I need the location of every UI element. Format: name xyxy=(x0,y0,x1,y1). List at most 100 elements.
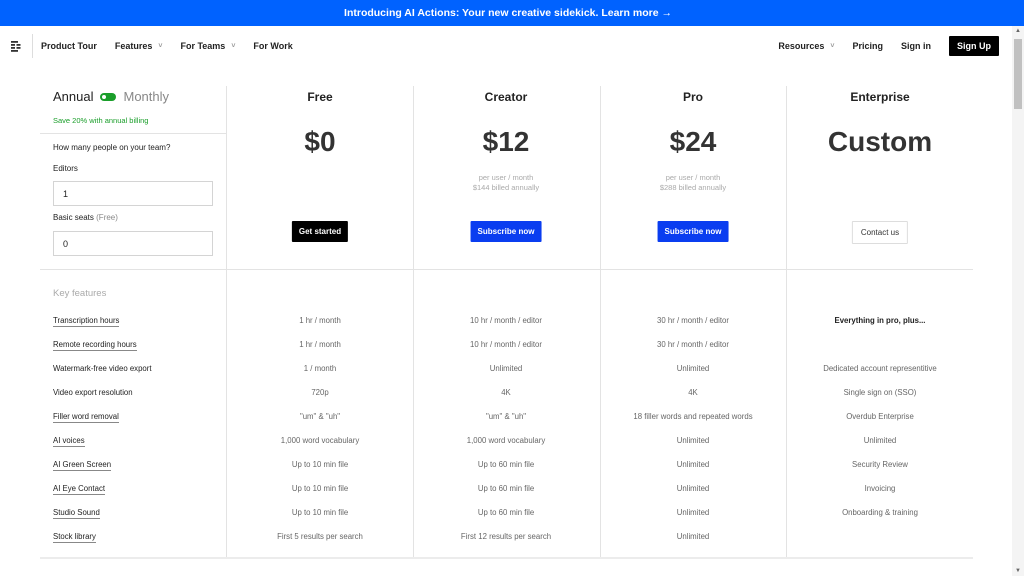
feature-label[interactable]: AI voices xyxy=(53,436,85,447)
feature-cell: "um" & "uh" xyxy=(485,412,527,421)
plan-name: Free xyxy=(307,90,333,104)
logo-icon[interactable] xyxy=(0,26,32,66)
basic-seats-input[interactable]: 0 xyxy=(53,231,213,256)
feature-cell: Dedicated account representitive xyxy=(823,364,937,373)
nav-product-tour[interactable]: Product Tour xyxy=(41,41,97,51)
plan-price: $0 xyxy=(304,126,336,157)
annual-label[interactable]: Annual xyxy=(53,89,93,104)
scroll-down-icon[interactable]: ▼ xyxy=(1015,568,1021,574)
nav-label: Features xyxy=(114,41,153,51)
top-nav: Product Tour Features ˅ For Teams ˅ For Work … xyxy=(0,26,1012,66)
feature-label[interactable]: Stock library xyxy=(53,532,96,543)
divider xyxy=(40,557,973,559)
feature-cell: 1,000 word vocabulary xyxy=(280,436,360,445)
nav-label: For Teams xyxy=(180,41,226,51)
feature-cell: Up to 10 min file xyxy=(291,508,349,517)
feature-cell: Up to 10 min file xyxy=(291,484,349,493)
plan-cta-button[interactable]: Get started xyxy=(291,221,349,242)
key-features-heading: Key features xyxy=(53,288,107,299)
plan-billing-note: per user / month $144 billed annually xyxy=(413,173,599,193)
save-note: Save 20% with annual billing xyxy=(53,116,149,125)
feature-label: Watermark-free video export xyxy=(53,364,152,373)
sign-up-button[interactable]: Sign Up xyxy=(949,36,999,56)
feature-cell: Invoicing xyxy=(864,484,896,493)
chevron-down-icon: ˅ xyxy=(231,42,236,50)
feature-cell: Unlimited xyxy=(863,436,897,445)
chevron-down-icon: ˅ xyxy=(830,42,835,50)
scrollbar[interactable]: ▲ ▼ xyxy=(1012,26,1024,576)
billing-toggle[interactable] xyxy=(100,92,117,101)
feature-cell: 10 hr / month / editor xyxy=(470,316,542,325)
billing-toggle-row: Annual Monthly xyxy=(53,89,169,104)
announcement-banner[interactable]: Introducing AI Actions: Your new creativ… xyxy=(0,0,1024,26)
feature-cell: 10 hr / month / editor xyxy=(470,340,542,349)
plan-cta-button[interactable]: Subscribe now xyxy=(657,221,729,242)
feature-cell: Unlimited xyxy=(676,532,710,541)
feature-cell: Up to 60 min file xyxy=(477,484,535,493)
feature-cell: 1 hr / month xyxy=(299,340,341,349)
banner-text[interactable]: Introducing AI Actions: Your new creativ… xyxy=(344,7,672,19)
nav-pricing[interactable]: Pricing xyxy=(852,41,883,51)
nav-label: Pricing xyxy=(852,41,883,51)
feature-cell: First 5 results per search xyxy=(277,532,363,541)
plan-name: Creator xyxy=(484,90,528,104)
feature-label[interactable]: Studio Sound xyxy=(53,508,100,519)
feature-cell: Up to 60 min file xyxy=(477,460,535,469)
nav-for-teams[interactable]: For Teams ˅ xyxy=(180,41,235,51)
nav-features[interactable]: Features ˅ xyxy=(115,41,163,51)
feature-cell: Unlimited xyxy=(676,436,710,445)
nav-for-work[interactable]: For Work xyxy=(253,41,292,51)
plan-cta-button[interactable]: Subscribe now xyxy=(470,221,542,242)
divider xyxy=(40,269,973,270)
feature-cell: "um" & "uh" xyxy=(299,412,341,421)
editors-input[interactable]: 1 xyxy=(53,181,213,206)
nav-sign-in[interactable]: Sign in xyxy=(901,41,931,51)
editors-label: Editors xyxy=(53,164,78,173)
feature-cell: Unlimited xyxy=(676,460,710,469)
nav-resources[interactable]: Resources ˅ xyxy=(778,41,834,51)
feature-cell: 18 filler words and repeated words xyxy=(633,412,753,421)
basic-seats-note: (Free) xyxy=(96,213,118,222)
feature-cell: 1,000 word vocabulary xyxy=(466,436,546,445)
feature-label: Video export resolution xyxy=(53,388,133,397)
basic-seats-label-text: Basic seats xyxy=(53,213,94,222)
feature-label[interactable]: AI Green Screen xyxy=(53,460,112,471)
plan-price: $24 xyxy=(669,126,717,157)
divider xyxy=(40,133,226,134)
nav-label: For Work xyxy=(253,41,293,51)
feature-cell: 1 / month xyxy=(303,364,337,373)
plan-billed: $288 billed annually xyxy=(659,183,727,192)
feature-cell: Single sign on (SSO) xyxy=(843,388,917,397)
nav-right-items: Resources ˅ Pricing Sign in xyxy=(778,41,949,51)
feature-cell: Onboarding & training xyxy=(842,508,918,517)
feature-cell: 4K xyxy=(688,388,698,397)
nav-left: Product Tour Features ˅ For Teams ˅ For Work xyxy=(41,41,311,51)
feature-cell: 30 hr / month / editor xyxy=(657,340,729,349)
plan-billed: $144 billed annually xyxy=(472,183,540,192)
feature-cell: Everything in pro, plus... xyxy=(834,316,926,325)
nav-label: Product Tour xyxy=(41,41,97,51)
feature-cell: Overdub Enterprise xyxy=(846,412,914,421)
scroll-up-icon[interactable]: ▲ xyxy=(1015,28,1021,34)
plan-per-unit: per user / month xyxy=(665,173,721,182)
plan-cta-button[interactable]: Contact us xyxy=(851,221,909,244)
monthly-label[interactable]: Monthly xyxy=(123,89,169,104)
plan-price: $12 xyxy=(482,126,530,157)
feature-label[interactable]: AI Eye Contact xyxy=(53,484,106,495)
plan-price: Custom xyxy=(827,126,933,157)
nav-right: Resources ˅ Pricing Sign in Sign Up xyxy=(778,36,1012,56)
feature-label[interactable]: Filler word removal xyxy=(53,412,119,423)
feature-cell: Unlimited xyxy=(489,364,523,373)
plan-per-unit: per user / month xyxy=(478,173,534,182)
feature-cell: Up to 60 min file xyxy=(477,508,535,517)
feature-label[interactable]: Remote recording hours xyxy=(53,340,137,351)
feature-cell: 30 hr / month / editor xyxy=(657,316,729,325)
feature-label[interactable]: Transcription hours xyxy=(53,316,120,327)
plan-name: Enterprise xyxy=(850,90,910,104)
nav-label: Resources xyxy=(778,41,825,51)
nav-divider xyxy=(32,34,33,58)
scrollbar-thumb[interactable] xyxy=(1014,39,1022,109)
feature-cell: Unlimited xyxy=(676,508,710,517)
feature-cell: Up to 10 min file xyxy=(291,460,349,469)
plan-name: Pro xyxy=(682,90,703,104)
